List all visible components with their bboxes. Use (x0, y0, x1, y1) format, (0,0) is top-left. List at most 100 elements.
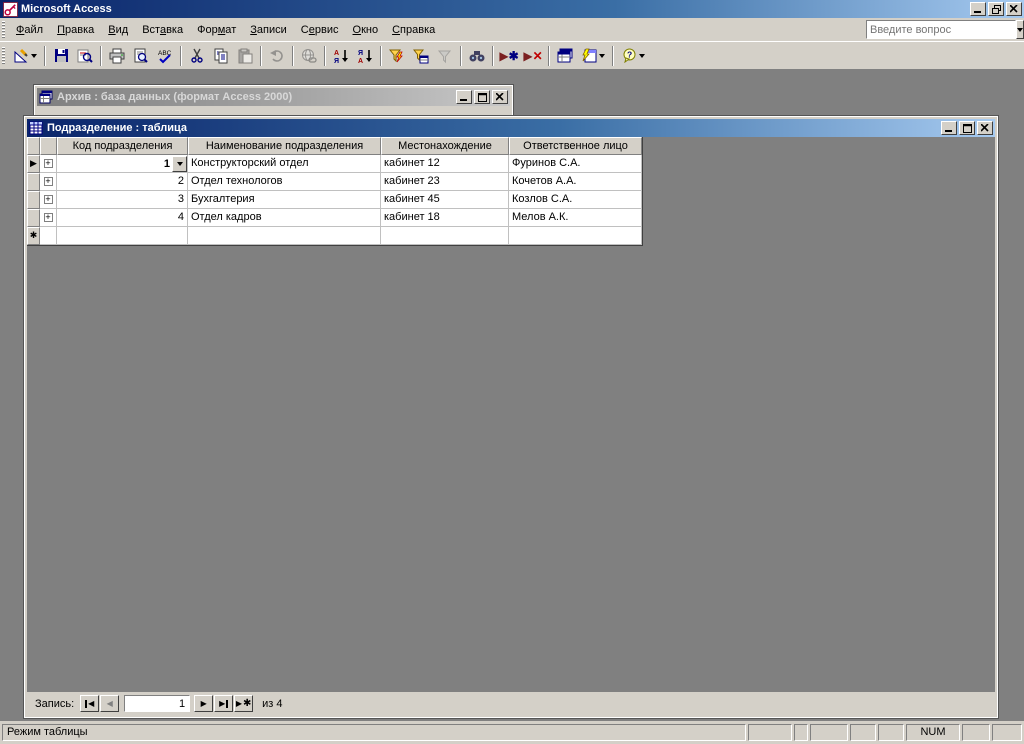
sort-ascending-button[interactable]: А Я (330, 45, 352, 67)
last-record-button[interactable]: ▶ (214, 695, 234, 712)
menu-format[interactable]: Формат (190, 21, 243, 39)
cut-button[interactable] (186, 45, 208, 67)
cell-location[interactable]: кабинет 45 (381, 191, 509, 209)
cell-person[interactable]: Мелов А.К. (509, 209, 642, 227)
new-row-selector[interactable]: ✱ (27, 227, 40, 245)
first-record-button[interactable]: ◀ (80, 695, 100, 712)
cell-empty[interactable] (188, 227, 381, 245)
row-selector[interactable] (27, 191, 40, 209)
row-selector[interactable] (27, 173, 40, 191)
save-button[interactable] (50, 45, 72, 67)
cell-empty[interactable] (381, 227, 509, 245)
corner-cell[interactable] (40, 137, 57, 155)
cell-name[interactable]: Конструкторский отдел (188, 155, 381, 173)
cell-empty[interactable] (509, 227, 642, 245)
cell-name[interactable]: Отдел технологов (188, 173, 381, 191)
current-record-input[interactable] (124, 695, 191, 712)
corner-cell[interactable] (27, 137, 40, 155)
app-minimize-button[interactable] (970, 2, 986, 16)
cell-person[interactable]: Козлов С.А. (509, 191, 642, 209)
ask-question-dropdown[interactable] (1016, 20, 1024, 39)
insert-hyperlink-button[interactable] (298, 45, 320, 67)
cell-empty[interactable] (40, 227, 57, 245)
expand-subdatasheet-button[interactable]: + (40, 191, 57, 209)
menu-insert[interactable]: Вставка (135, 21, 190, 39)
view-dropdown-icon[interactable] (31, 53, 37, 58)
cell-name[interactable]: Отдел кадров (188, 209, 381, 227)
db-minimize-button[interactable] (456, 90, 472, 104)
menu-tools[interactable]: Сервис (294, 21, 346, 39)
view-button[interactable] (10, 45, 40, 67)
filter-by-form-button[interactable] (410, 45, 432, 67)
cell-code[interactable]: 2 (57, 173, 188, 191)
cell-empty[interactable] (57, 227, 188, 245)
apply-filter-button[interactable] (434, 45, 456, 67)
app-close-button[interactable] (1006, 2, 1022, 16)
table-close-button[interactable] (977, 121, 993, 135)
help-button[interactable]: ? (618, 45, 648, 67)
find-button[interactable] (466, 45, 488, 67)
menu-help[interactable]: Справка (385, 21, 442, 39)
menu-edit[interactable]: Правка (50, 21, 101, 39)
app-title-bar: Microsoft Access (0, 0, 1024, 18)
toolbar-separator (548, 45, 550, 66)
view-icon (14, 48, 28, 62)
cell-code[interactable]: 4 (57, 209, 188, 227)
expand-subdatasheet-button[interactable]: + (40, 209, 57, 227)
column-header-location[interactable]: Местонахождение (381, 137, 509, 155)
paste-button[interactable] (234, 45, 256, 67)
column-header-name[interactable]: Наименование подразделения (188, 137, 381, 155)
new-record-nav-button[interactable]: ▶ ✱ (234, 695, 254, 712)
spelling-icon: ABC (158, 50, 172, 63)
print-preview-button[interactable] (130, 45, 152, 67)
cell-code[interactable]: 3 (57, 191, 188, 209)
table-window[interactable]: Подразделение : таблица Код подразделени… (23, 115, 999, 719)
help-dropdown-icon[interactable] (638, 53, 645, 58)
menu-records[interactable]: Записи (243, 21, 294, 39)
new-object-button[interactable] (578, 45, 608, 67)
column-header-code[interactable]: Код подразделения (57, 137, 188, 155)
database-window-button[interactable] (554, 45, 576, 67)
expand-subdatasheet-button[interactable]: + (40, 173, 57, 191)
current-row-selector[interactable]: ▶ (27, 155, 40, 173)
cell-name[interactable]: Бухгалтерия (188, 191, 381, 209)
next-record-button[interactable]: ▶ (194, 695, 214, 712)
db-close-button[interactable] (492, 90, 508, 104)
toolbar-separator (260, 45, 262, 66)
menu-window[interactable]: Окно (346, 21, 386, 39)
cell-combo-dropdown[interactable] (172, 155, 187, 172)
cell-location[interactable]: кабинет 23 (381, 173, 509, 191)
file-search-button[interactable] (74, 45, 96, 67)
table-minimize-button[interactable] (941, 121, 957, 135)
app-restore-button[interactable] (988, 2, 1004, 16)
ask-question-input[interactable] (866, 20, 1016, 39)
cell-person[interactable]: Фуринов С.А. (509, 155, 642, 173)
column-header-person[interactable]: Ответственное лицо (509, 137, 642, 155)
toolbar-grip[interactable] (2, 46, 5, 65)
svg-text:?: ? (627, 50, 632, 60)
menu-file[interactable]: Файл (9, 21, 50, 39)
new-object-dropdown-icon[interactable] (599, 53, 605, 58)
filter-by-selection-button[interactable] (386, 45, 408, 67)
cell-location[interactable]: кабинет 12 (381, 155, 509, 173)
new-record-row: ✱ (27, 227, 642, 245)
delete-record-button[interactable]: ▶✕ (522, 45, 544, 67)
sort-descending-button[interactable]: Я А (354, 45, 376, 67)
status-bar: Режим таблицы NUM (0, 721, 1024, 744)
expand-subdatasheet-button[interactable]: + (40, 155, 57, 173)
cell-location[interactable]: кабинет 18 (381, 209, 509, 227)
new-record-button[interactable]: ▶✱ (498, 45, 520, 67)
print-button[interactable] (106, 45, 128, 67)
row-selector[interactable] (27, 209, 40, 227)
copy-button[interactable] (210, 45, 232, 67)
spelling-button[interactable]: ABC (154, 45, 176, 67)
cell-code[interactable]: 1 (57, 155, 188, 173)
menu-view[interactable]: Вид (101, 21, 135, 39)
db-maximize-button[interactable] (474, 90, 490, 104)
print-icon (109, 48, 125, 63)
cell-person[interactable]: Кочетов А.А. (509, 173, 642, 191)
table-maximize-button[interactable] (959, 121, 975, 135)
menu-grip[interactable] (2, 20, 5, 39)
previous-record-button[interactable]: ◀ (100, 695, 120, 712)
undo-button[interactable] (266, 45, 288, 67)
